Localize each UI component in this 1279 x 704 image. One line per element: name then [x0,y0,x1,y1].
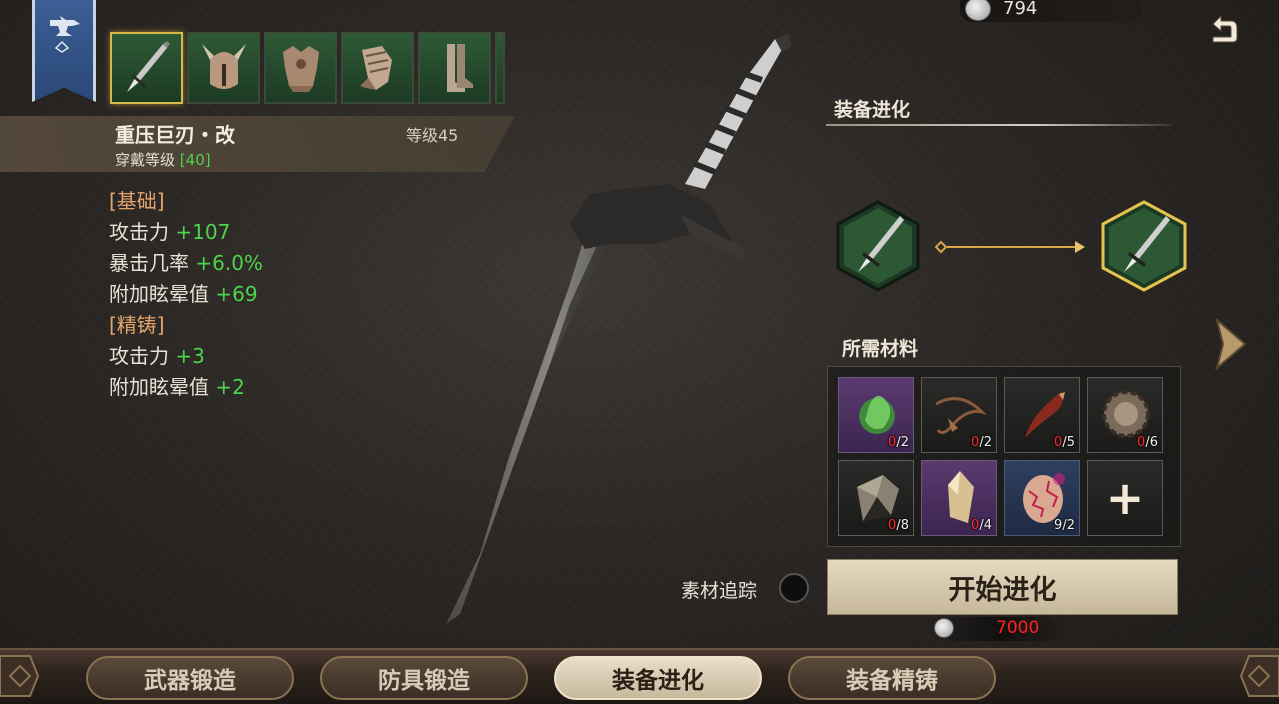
next-page-chevron-icon[interactable] [1213,318,1249,370]
base-stats-title: [基础] [109,189,165,213]
material-count: 9/2 [1054,518,1075,533]
slot-greatsword[interactable] [110,32,183,104]
material-count: 0/4 [971,518,992,533]
materials-grid: 0/2 0/2 0/5 0/6 0/8 0/4 9/2 + [827,366,1181,547]
stats-panel: [基础] 攻击力 +107 暴击几率 +6.0% 附加眩晕值 +69 [精铸] … [109,186,263,403]
chest-armor-icon [282,46,319,92]
material-slot[interactable]: 0/5 [1004,377,1080,453]
refine-stats-title: [精铸] [109,313,165,337]
tab-armor-forge[interactable]: 防具锻造 [320,656,528,700]
evolution-arrow-icon [935,240,1085,254]
evolution-target-item[interactable] [1100,200,1188,292]
back-arrow-icon[interactable] [1203,10,1243,50]
material-count: 0/5 [1054,435,1075,450]
materials-title: 所需材料 [842,338,919,360]
plus-icon: + [1105,471,1145,525]
title-divider [826,124,1172,126]
stat-row: 暴击几率 +6.0% [109,251,263,275]
material-slot[interactable]: 0/6 [1087,377,1163,453]
evolution-cost: 7000 [996,618,1040,638]
tab-equipment-evolution[interactable]: 装备进化 [554,656,762,700]
evolution-source-item[interactable] [836,200,920,292]
slot-chest-armor[interactable] [264,32,337,104]
material-count: 0/2 [971,435,992,450]
currency-amount: 794 [1003,0,1038,19]
stat-row: 附加眩晕值 +2 [109,375,245,399]
tab-equipment-refine[interactable]: 装备精铸 [788,656,996,700]
wear-level-value: [40] [179,151,211,169]
material-slot[interactable]: 0/2 [838,377,914,453]
weapon-model [446,34,792,624]
sword-icon [126,41,170,92]
helmet-icon [201,44,246,89]
material-slot[interactable]: 0/8 [838,460,914,536]
material-tracking-toggle[interactable] [779,573,809,603]
anvil-icon [50,16,80,53]
forge-banner [32,0,96,102]
material-slot[interactable]: 9/2 [1004,460,1080,536]
tab-weapon-forge[interactable]: 武器锻造 [86,656,294,700]
wear-level: 穿戴等级 [40] [115,149,211,170]
add-material-button[interactable]: + [1087,460,1163,536]
item-name: 重压巨刃・改 [115,123,235,147]
start-evolution-button[interactable]: 开始进化 [827,559,1178,615]
wear-level-label: 穿戴等级 [115,151,176,169]
slot-helmet[interactable] [187,32,260,104]
left-ornament-icon [0,655,40,697]
slot-gauntlet[interactable] [341,32,414,104]
stat-row: 攻击力 +3 [109,344,205,368]
evolution-panel-title: 装备进化 [834,99,911,121]
silver-coin-icon [934,618,954,638]
right-ornament-icon [1239,655,1279,697]
gauntlet-icon [359,46,392,90]
material-count: 0/8 [888,518,909,533]
material-slot[interactable]: 0/2 [921,377,997,453]
material-slot[interactable]: 0/4 [921,460,997,536]
material-tracking-label: 素材追踪 [681,580,758,602]
material-count: 0/2 [888,435,909,450]
stat-row: 攻击力 +107 [109,220,231,244]
stat-row: 附加眩晕值 +69 [109,282,258,306]
material-count: 0/6 [1137,435,1158,450]
